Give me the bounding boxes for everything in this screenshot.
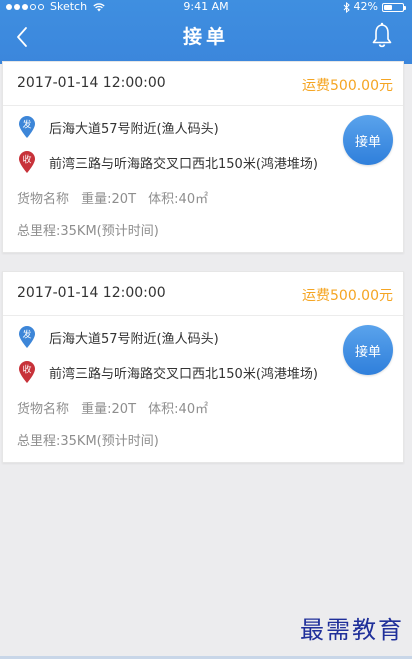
to-address-row: 收 前湾三路与听海路交叉口西北150米(鸿港堆场) [17, 360, 318, 384]
to-pin-label: 收 [22, 154, 31, 166]
to-pin-label: 收 [22, 364, 31, 376]
order-card-header: 2017-01-14 12:00:00 运费500.00元 [3, 62, 403, 106]
header: Sketch 9:41 AM 42% 接单 [0, 0, 412, 64]
order-time: 2017-01-14 12:00:00 [17, 285, 166, 301]
to-address: 前湾三路与听海路交叉口西北150米(鸿港堆场) [49, 366, 318, 382]
from-pin-label: 发 [22, 119, 31, 131]
battery-icon [382, 2, 406, 12]
order-card: 2017-01-14 12:00:00 运费500.00元 发 后海大道57号附… [2, 271, 404, 463]
from-address-row: 发 后海大道57号附近(渔人码头) [17, 115, 219, 139]
order-time: 2017-01-14 12:00:00 [17, 75, 166, 91]
accept-order-button[interactable]: 接单 [343, 325, 393, 375]
from-pin-icon: 发 [19, 326, 35, 348]
page-title: 接单 [182, 26, 229, 48]
battery-percent: 42% [353, 0, 378, 13]
from-address: 后海大道57号附近(渔人码头) [49, 121, 219, 137]
cargo-weight: 重量:20T [81, 192, 137, 207]
to-address-row: 收 前湾三路与听海路交叉口西北150米(鸿港堆场) [17, 150, 318, 174]
total-distance: 总里程:35KM(预计时间) [17, 224, 159, 239]
cargo-weight: 重量:20T [81, 402, 137, 417]
to-pin-icon: 收 [19, 361, 35, 383]
total-distance: 总里程:35KM(预计时间) [17, 434, 159, 449]
cargo-name: 货物名称 [17, 192, 70, 207]
battery-fill [384, 4, 392, 10]
screen: Sketch 9:41 AM 42% 接单 2017-01-14 12:00:0… [0, 0, 412, 659]
order-fee: 运费500.00元 [302, 78, 393, 94]
bluetooth-icon [343, 1, 350, 13]
accept-order-button[interactable]: 接单 [343, 115, 393, 165]
to-address: 前湾三路与听海路交叉口西北150米(鸿港堆场) [49, 156, 318, 172]
from-pin-icon: 发 [19, 116, 35, 138]
cargo-volume: 体积:40㎡ [148, 402, 209, 417]
cargo-info: 货物名称 重量:20T 体积:40㎡ [17, 398, 216, 417]
order-fee: 运费500.00元 [302, 288, 393, 304]
cargo-info: 货物名称 重量:20T 体积:40㎡ [17, 188, 216, 207]
from-address-row: 发 后海大道57号附近(渔人码头) [17, 325, 219, 349]
status-right: 42% [343, 0, 406, 14]
notifications-button[interactable] [368, 20, 396, 50]
cargo-name: 货物名称 [17, 402, 70, 417]
status-bar: Sketch 9:41 AM 42% [0, 0, 412, 14]
order-card-header: 2017-01-14 12:00:00 运费500.00元 [3, 272, 403, 316]
order-card: 2017-01-14 12:00:00 运费500.00元 发 后海大道57号附… [2, 61, 404, 253]
from-address: 后海大道57号附近(渔人码头) [49, 331, 219, 347]
watermark-text: 最需教育 [300, 616, 404, 644]
bell-icon [372, 22, 392, 48]
to-pin-icon: 收 [19, 151, 35, 173]
from-pin-label: 发 [22, 329, 31, 341]
cargo-volume: 体积:40㎡ [148, 192, 209, 207]
